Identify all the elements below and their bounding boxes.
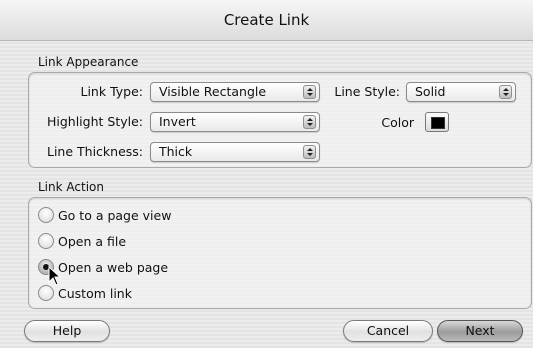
- create-link-dialog: Create Link Link Appearance Link Type: V…: [0, 0, 533, 348]
- radio-button-icon: [38, 207, 54, 223]
- color-swatch-fill: [431, 117, 445, 129]
- popup-arrows-icon: [499, 85, 512, 99]
- line-thickness-popup[interactable]: Thick: [150, 142, 320, 162]
- help-button[interactable]: Help: [24, 320, 110, 342]
- popup-arrows-icon: [303, 145, 316, 159]
- radio-label: Go to a page view: [58, 208, 172, 223]
- highlight-style-value: Invert: [159, 114, 196, 129]
- line-style-popup[interactable]: Solid: [406, 82, 516, 102]
- color-swatch-button[interactable]: [425, 112, 449, 132]
- link-appearance-title: Link Appearance: [38, 55, 139, 69]
- highlight-style-popup[interactable]: Invert: [150, 112, 320, 132]
- link-type-value: Visible Rectangle: [159, 84, 267, 99]
- next-button[interactable]: Next: [437, 320, 523, 342]
- window-title: Create Link: [0, 0, 533, 41]
- radio-label: Open a file: [58, 234, 127, 249]
- radio-label: Custom link: [58, 286, 132, 301]
- radio-button-icon: [38, 233, 54, 249]
- popup-arrows-icon: [303, 115, 316, 129]
- radio-label: Open a web page: [58, 260, 169, 275]
- cancel-button[interactable]: Cancel: [343, 320, 433, 342]
- radio-button-icon: [38, 285, 54, 301]
- line-thickness-value: Thick: [159, 144, 193, 159]
- line-thickness-label: Line Thickness:: [46, 144, 143, 159]
- link-action-title: Link Action: [38, 180, 104, 194]
- link-type-label: Link Type:: [80, 84, 144, 99]
- line-style-value: Solid: [415, 84, 446, 99]
- highlight-style-label: Highlight Style:: [46, 114, 143, 129]
- popup-arrows-icon: [303, 85, 316, 99]
- link-type-popup[interactable]: Visible Rectangle: [150, 82, 320, 102]
- mouse-pointer-icon: [48, 266, 62, 286]
- line-style-label: Line Style:: [334, 84, 400, 99]
- color-label: Color: [381, 115, 414, 130]
